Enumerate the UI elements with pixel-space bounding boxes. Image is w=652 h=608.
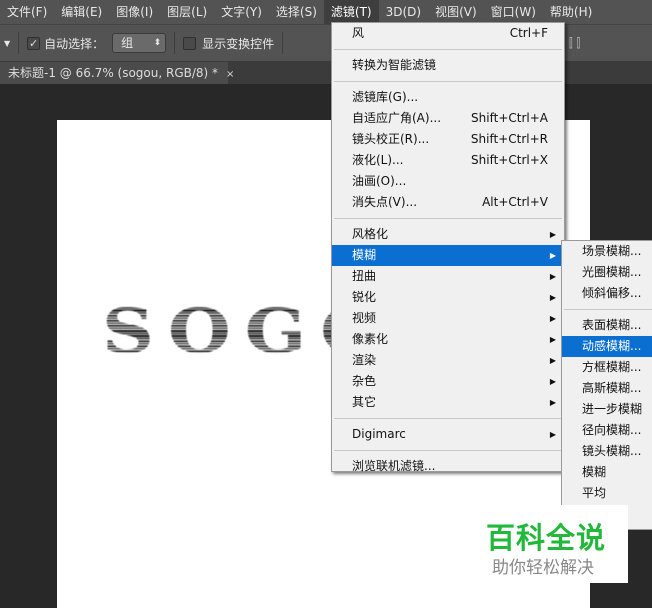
submenu-arrow-icon: ▶ — [549, 377, 556, 386]
watermark-title: 百科全说 — [486, 521, 607, 555]
submenu-item[interactable]: 高斯模糊... — [562, 378, 652, 399]
menu-edit[interactable]: 编辑(E) — [54, 0, 109, 24]
menu-help[interactable]: 帮助(H) — [543, 0, 599, 24]
filter-menu: 风 Ctrl+F 转换为智能滤镜 滤镜库(G)... 自适应广角(A)... Shi… — [331, 22, 565, 473]
auto-select-value: 组 — [121, 36, 134, 50]
auto-select-dropdown[interactable]: 组 ⬍ — [112, 33, 167, 53]
divider — [334, 49, 562, 50]
show-transform-label: 显示变换控件 — [202, 36, 275, 51]
menu-item-oil-paint[interactable]: 油画(O)... — [332, 171, 564, 192]
submenu-item[interactable]: 模糊 — [562, 462, 652, 483]
divider — [334, 450, 562, 451]
show-transform-checkbox[interactable] — [183, 36, 197, 50]
updown-icon: ⬍ — [153, 38, 162, 48]
close-icon[interactable]: × — [226, 69, 234, 80]
submenu-item[interactable]: 场景模糊... — [562, 241, 652, 262]
auto-select-checkbox[interactable]: ✓ — [27, 36, 41, 50]
submenu-arrow-icon: ▶ — [549, 398, 556, 407]
submenu-arrow-icon: ▶ — [549, 335, 556, 344]
submenu-arrow-icon: ▶ — [549, 272, 556, 281]
menu-layer[interactable]: 图层(L) — [160, 0, 214, 24]
submenu-item[interactable]: 倾斜偏移... — [562, 283, 652, 304]
divider — [564, 309, 652, 310]
divider — [18, 32, 20, 54]
menu-type[interactable]: 文字(Y) — [214, 0, 269, 24]
divider — [282, 32, 284, 54]
divider — [174, 32, 176, 54]
submenu-item[interactable]: 平均 — [562, 483, 652, 504]
submenu-item[interactable]: 镜头模糊... — [562, 441, 652, 462]
menu-item-liquify[interactable]: 液化(L)... Shift+Ctrl+X — [332, 150, 564, 171]
menu-filter[interactable]: 滤镜(T) — [323, 0, 379, 24]
menu-item-adaptive-wide-angle[interactable]: 自适应广角(A)... Shift+Ctrl+A — [332, 108, 564, 129]
blur-submenu: 场景模糊... 光圈模糊... 倾斜偏移... 表面模糊... 动感模糊... … — [561, 240, 652, 542]
submenu-item[interactable]: 方框模糊... — [562, 357, 652, 378]
menu-window[interactable]: 窗口(W) — [484, 0, 543, 24]
submenu-item[interactable]: 进一步模糊 — [562, 399, 652, 420]
menu-item-blur[interactable]: 模糊 ▶ — [332, 245, 564, 266]
document-tab[interactable]: 未标题-1 @ 66.7% (sogou, RGB/8) * × — [0, 62, 234, 84]
submenu-arrow-icon: ▶ — [549, 251, 556, 260]
menu-item-sharpen[interactable]: 锐化 ▶ — [332, 287, 564, 308]
menu-3d[interactable]: 3D(D) — [379, 0, 428, 24]
menu-item-pixelate[interactable]: 像素化 ▶ — [332, 329, 564, 350]
watermark: 百科全说 助你轻松解决 — [478, 505, 628, 583]
submenu-item[interactable]: 表面模糊... — [562, 315, 652, 336]
menu-select[interactable]: 选择(S) — [269, 0, 324, 24]
divider — [334, 218, 562, 219]
tab-title: 未标题-1 @ 66.7% (sogou, RGB/8) * — [8, 66, 219, 80]
submenu-arrow-icon: ▶ — [549, 230, 556, 239]
watermark-subtitle: 助你轻松解决 — [492, 558, 594, 578]
menu-item-distort[interactable]: 扭曲 ▶ — [332, 266, 564, 287]
submenu-arrow-icon: ▶ — [549, 314, 556, 323]
menu-item-noise[interactable]: 杂色 ▶ — [332, 371, 564, 392]
submenu-arrow-icon: ▶ — [549, 430, 556, 439]
menu-item-vanishing-point[interactable]: 消失点(V)... Alt+Ctrl+V — [332, 192, 564, 213]
submenu-arrow-icon: ▶ — [549, 293, 556, 302]
menu-item-stylize[interactable]: 风格化 ▶ — [332, 224, 564, 245]
menu-bar: 文件(F) 编辑(E) 图像(I) 图层(L) 文字(Y) 选择(S) 滤镜(T… — [0, 0, 652, 24]
menu-item-browse-online[interactable]: 浏览联机滤镜... — [332, 456, 564, 477]
menu-item-video[interactable]: 视频 ▶ — [332, 308, 564, 329]
menu-item-wind[interactable]: 风 Ctrl+F — [332, 23, 564, 44]
menu-item-filter-gallery[interactable]: 滤镜库(G)... — [332, 87, 564, 108]
menu-view[interactable]: 视图(V) — [428, 0, 484, 24]
submenu-item-motion-blur[interactable]: 动感模糊... — [562, 336, 652, 357]
tool-preset-dropdown-icon[interactable]: ▼ — [4, 39, 10, 48]
submenu-item[interactable]: 径向模糊... — [562, 420, 652, 441]
menu-item-digimarc[interactable]: Digimarc ▶ — [332, 424, 564, 445]
menu-item-render[interactable]: 渲染 ▶ — [332, 350, 564, 371]
menu-item-convert-smart-filter[interactable]: 转换为智能滤镜 — [332, 55, 564, 76]
menu-item-other[interactable]: 其它 ▶ — [332, 392, 564, 413]
divider — [334, 81, 562, 82]
submenu-item[interactable]: 光圈模糊... — [562, 262, 652, 283]
submenu-arrow-icon: ▶ — [549, 356, 556, 365]
divider — [334, 418, 562, 419]
menu-item-lens-correction[interactable]: 镜头校正(R)... Shift+Ctrl+R — [332, 129, 564, 150]
menu-image[interactable]: 图像(I) — [109, 0, 160, 24]
auto-select-label: 自动选择： — [44, 36, 105, 51]
menu-file[interactable]: 文件(F) — [0, 0, 54, 24]
